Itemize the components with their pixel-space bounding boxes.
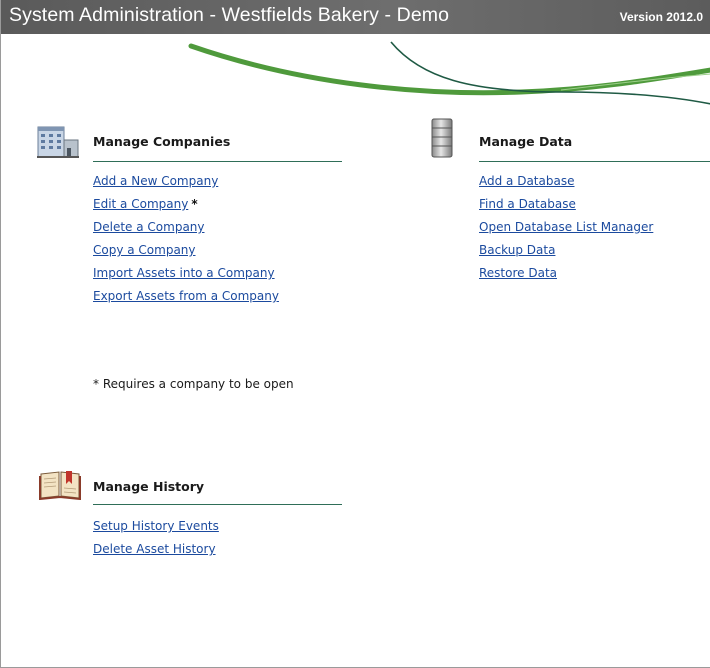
open-database-list-manager-link[interactable]: Open Database List Manager (479, 220, 653, 234)
list-item: Edit a Company * (93, 196, 279, 219)
title-bar: System Administration - Westfields Baker… (1, 0, 710, 34)
list-item: Backup Data (479, 242, 653, 265)
manage-data-divider (479, 161, 710, 162)
copy-company-link[interactable]: Copy a Company (93, 243, 196, 257)
version-label: Version 2012.0 (619, 10, 703, 24)
building-icon (37, 126, 79, 158)
list-item: Open Database List Manager (479, 219, 653, 242)
add-database-link[interactable]: Add a Database (479, 174, 574, 188)
delete-asset-history-link[interactable]: Delete Asset History (93, 542, 216, 556)
list-item: Delete a Company (93, 219, 279, 242)
company-links-list: Add a New Company Edit a Company * Delete… (93, 173, 279, 311)
manage-history-divider (93, 504, 342, 505)
window-title: System Administration - Westfields Baker… (9, 4, 450, 26)
list-item: Delete Asset History (93, 541, 219, 564)
list-item: Restore Data (479, 265, 653, 288)
list-item: Export Assets from a Company (93, 288, 279, 311)
history-links-list: Setup History Events Delete Asset Histor… (93, 518, 219, 564)
list-item: Find a Database (479, 196, 653, 219)
manage-companies-heading: Manage Companies (93, 134, 231, 149)
manage-companies-divider (93, 161, 342, 162)
add-company-link[interactable]: Add a New Company (93, 174, 218, 188)
manage-data-heading: Manage Data (479, 134, 573, 149)
data-links-list: Add a Database Find a Database Open Data… (479, 173, 653, 288)
database-icon (431, 118, 453, 158)
admin-window: System Administration - Westfields Baker… (0, 0, 710, 668)
header-swoosh-graphic (188, 41, 710, 105)
manage-companies-section: Manage Companies Add a New Company Edit … (37, 124, 347, 314)
manage-data-section: Manage Data Add a Database Find a Databa… (431, 118, 710, 288)
list-item: Add a New Company (93, 173, 279, 196)
manage-history-section: Manage History Setup History Events Dele… (39, 470, 349, 570)
book-icon (39, 471, 81, 500)
manage-history-heading: Manage History (93, 479, 205, 494)
delete-company-link[interactable]: Delete a Company (93, 220, 205, 234)
requires-open-marker: * (191, 197, 198, 211)
requires-company-note: * Requires a company to be open (93, 377, 294, 391)
setup-history-events-link[interactable]: Setup History Events (93, 519, 219, 533)
list-item: Copy a Company (93, 242, 279, 265)
list-item: Add a Database (479, 173, 653, 196)
backup-data-link[interactable]: Backup Data (479, 243, 555, 257)
list-item: Setup History Events (93, 518, 219, 541)
find-database-link[interactable]: Find a Database (479, 197, 576, 211)
list-item: Import Assets into a Company (93, 265, 279, 288)
import-assets-link[interactable]: Import Assets into a Company (93, 266, 275, 280)
restore-data-link[interactable]: Restore Data (479, 266, 557, 280)
edit-company-link[interactable]: Edit a Company (93, 197, 188, 211)
export-assets-link[interactable]: Export Assets from a Company (93, 289, 279, 303)
